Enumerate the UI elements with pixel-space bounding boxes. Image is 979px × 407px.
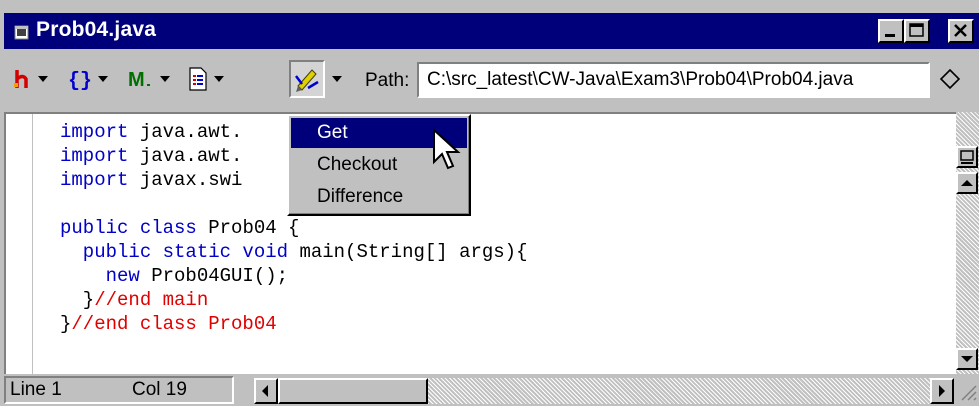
close-icon [954,24,967,37]
mouse-cursor-icon [433,128,461,170]
arrow-up-icon [961,180,973,186]
status-bar: Line 1 Col 19 [4,374,979,406]
scroll-down-button[interactable] [956,348,978,370]
code-token: } [60,289,95,311]
column-indicator: Col 19 [132,379,187,400]
pencil-check-icon [295,69,319,92]
chevron-down-icon[interactable] [214,76,224,82]
code-comment: //end main [94,289,209,311]
toolbar: {} M Path: C:\src_latest\CW-Java\Exam3\P… [4,52,979,110]
svg-text:M: M [128,69,145,90]
split-button[interactable] [956,146,978,168]
code-keyword: public class [60,217,209,239]
cursor-position: Line 1 Col 19 [4,376,234,404]
code-token: Prob04GUI(); [151,265,289,287]
minimize-icon [885,34,895,37]
path-field[interactable]: C:\src_latest\CW-Java\Exam3\Prob04\Prob0… [417,62,930,98]
code-keyword: public static void [60,241,300,263]
window-title: Prob04.java [36,18,157,41]
arrow-right-icon [939,385,945,397]
arrow-left-icon [262,385,268,397]
code-token: main(String[] args){ [299,241,528,263]
code-line[interactable]: new Prob04GUI(); [60,264,528,288]
code-token: java.awt. [139,145,243,167]
title-bar[interactable]: Prob04.java [4,13,979,49]
horizontal-scroll-thumb[interactable] [278,378,428,404]
svg-text:{}: {} [68,70,92,90]
method-tool-button[interactable]: M [128,62,170,96]
java-tool-button[interactable] [14,62,48,96]
braces-icon: {} [68,70,92,90]
vertical-scrollbar[interactable] [956,112,979,374]
document-tool-button[interactable] [188,62,224,96]
minimize-button[interactable] [878,19,904,43]
code-keyword: new [60,265,152,287]
document-icon [14,25,29,40]
chevron-down-icon[interactable] [160,76,170,82]
code-keyword: import [60,121,140,143]
horizontal-scrollbar[interactable] [254,378,954,404]
java-icon [14,70,28,88]
diamond-icon[interactable] [939,68,961,90]
code-line[interactable]: public class Prob04 { [60,216,528,240]
method-icon: M [128,69,150,90]
menu-item-difference[interactable]: Difference [291,182,467,212]
arrow-down-icon [961,356,973,362]
code-line[interactable]: public static void main(String[] args){ [60,240,528,264]
maximize-button[interactable] [904,19,930,43]
scroll-right-button[interactable] [930,378,954,404]
maximize-icon [909,23,924,37]
gutter-divider [32,114,33,374]
resize-grip-icon[interactable] [958,382,978,402]
code-token: Prob04 { [208,217,300,239]
code-editor[interactable]: import java.awt. import java.awt. import j… [4,112,956,374]
split-icon [960,150,974,164]
code-keyword: import [60,145,140,167]
code-token: } [60,313,72,335]
line-indicator: Line 1 [10,379,62,400]
code-token: java.awt. [139,121,243,143]
code-line[interactable]: }//end main [60,288,528,312]
scroll-up-button[interactable] [956,172,978,194]
code-keyword: import [60,169,140,191]
chevron-down-icon[interactable] [332,76,342,82]
path-label: Path: [365,70,410,91]
close-button[interactable] [948,19,974,43]
chevron-down-icon[interactable] [98,76,108,82]
code-line[interactable]: }//end class Prob04 [60,312,528,336]
scroll-left-button[interactable] [254,378,278,404]
document-list-icon [189,67,207,91]
version-control-button[interactable] [289,60,325,98]
code-token: javax.swi [139,169,243,191]
chevron-down-icon[interactable] [38,76,48,82]
editor-window: Prob04.java {} M Path: C:\src_latest\CW-… [0,0,979,406]
code-comment: //end class Prob04 [71,313,277,335]
braces-tool-button[interactable]: {} [68,62,108,96]
